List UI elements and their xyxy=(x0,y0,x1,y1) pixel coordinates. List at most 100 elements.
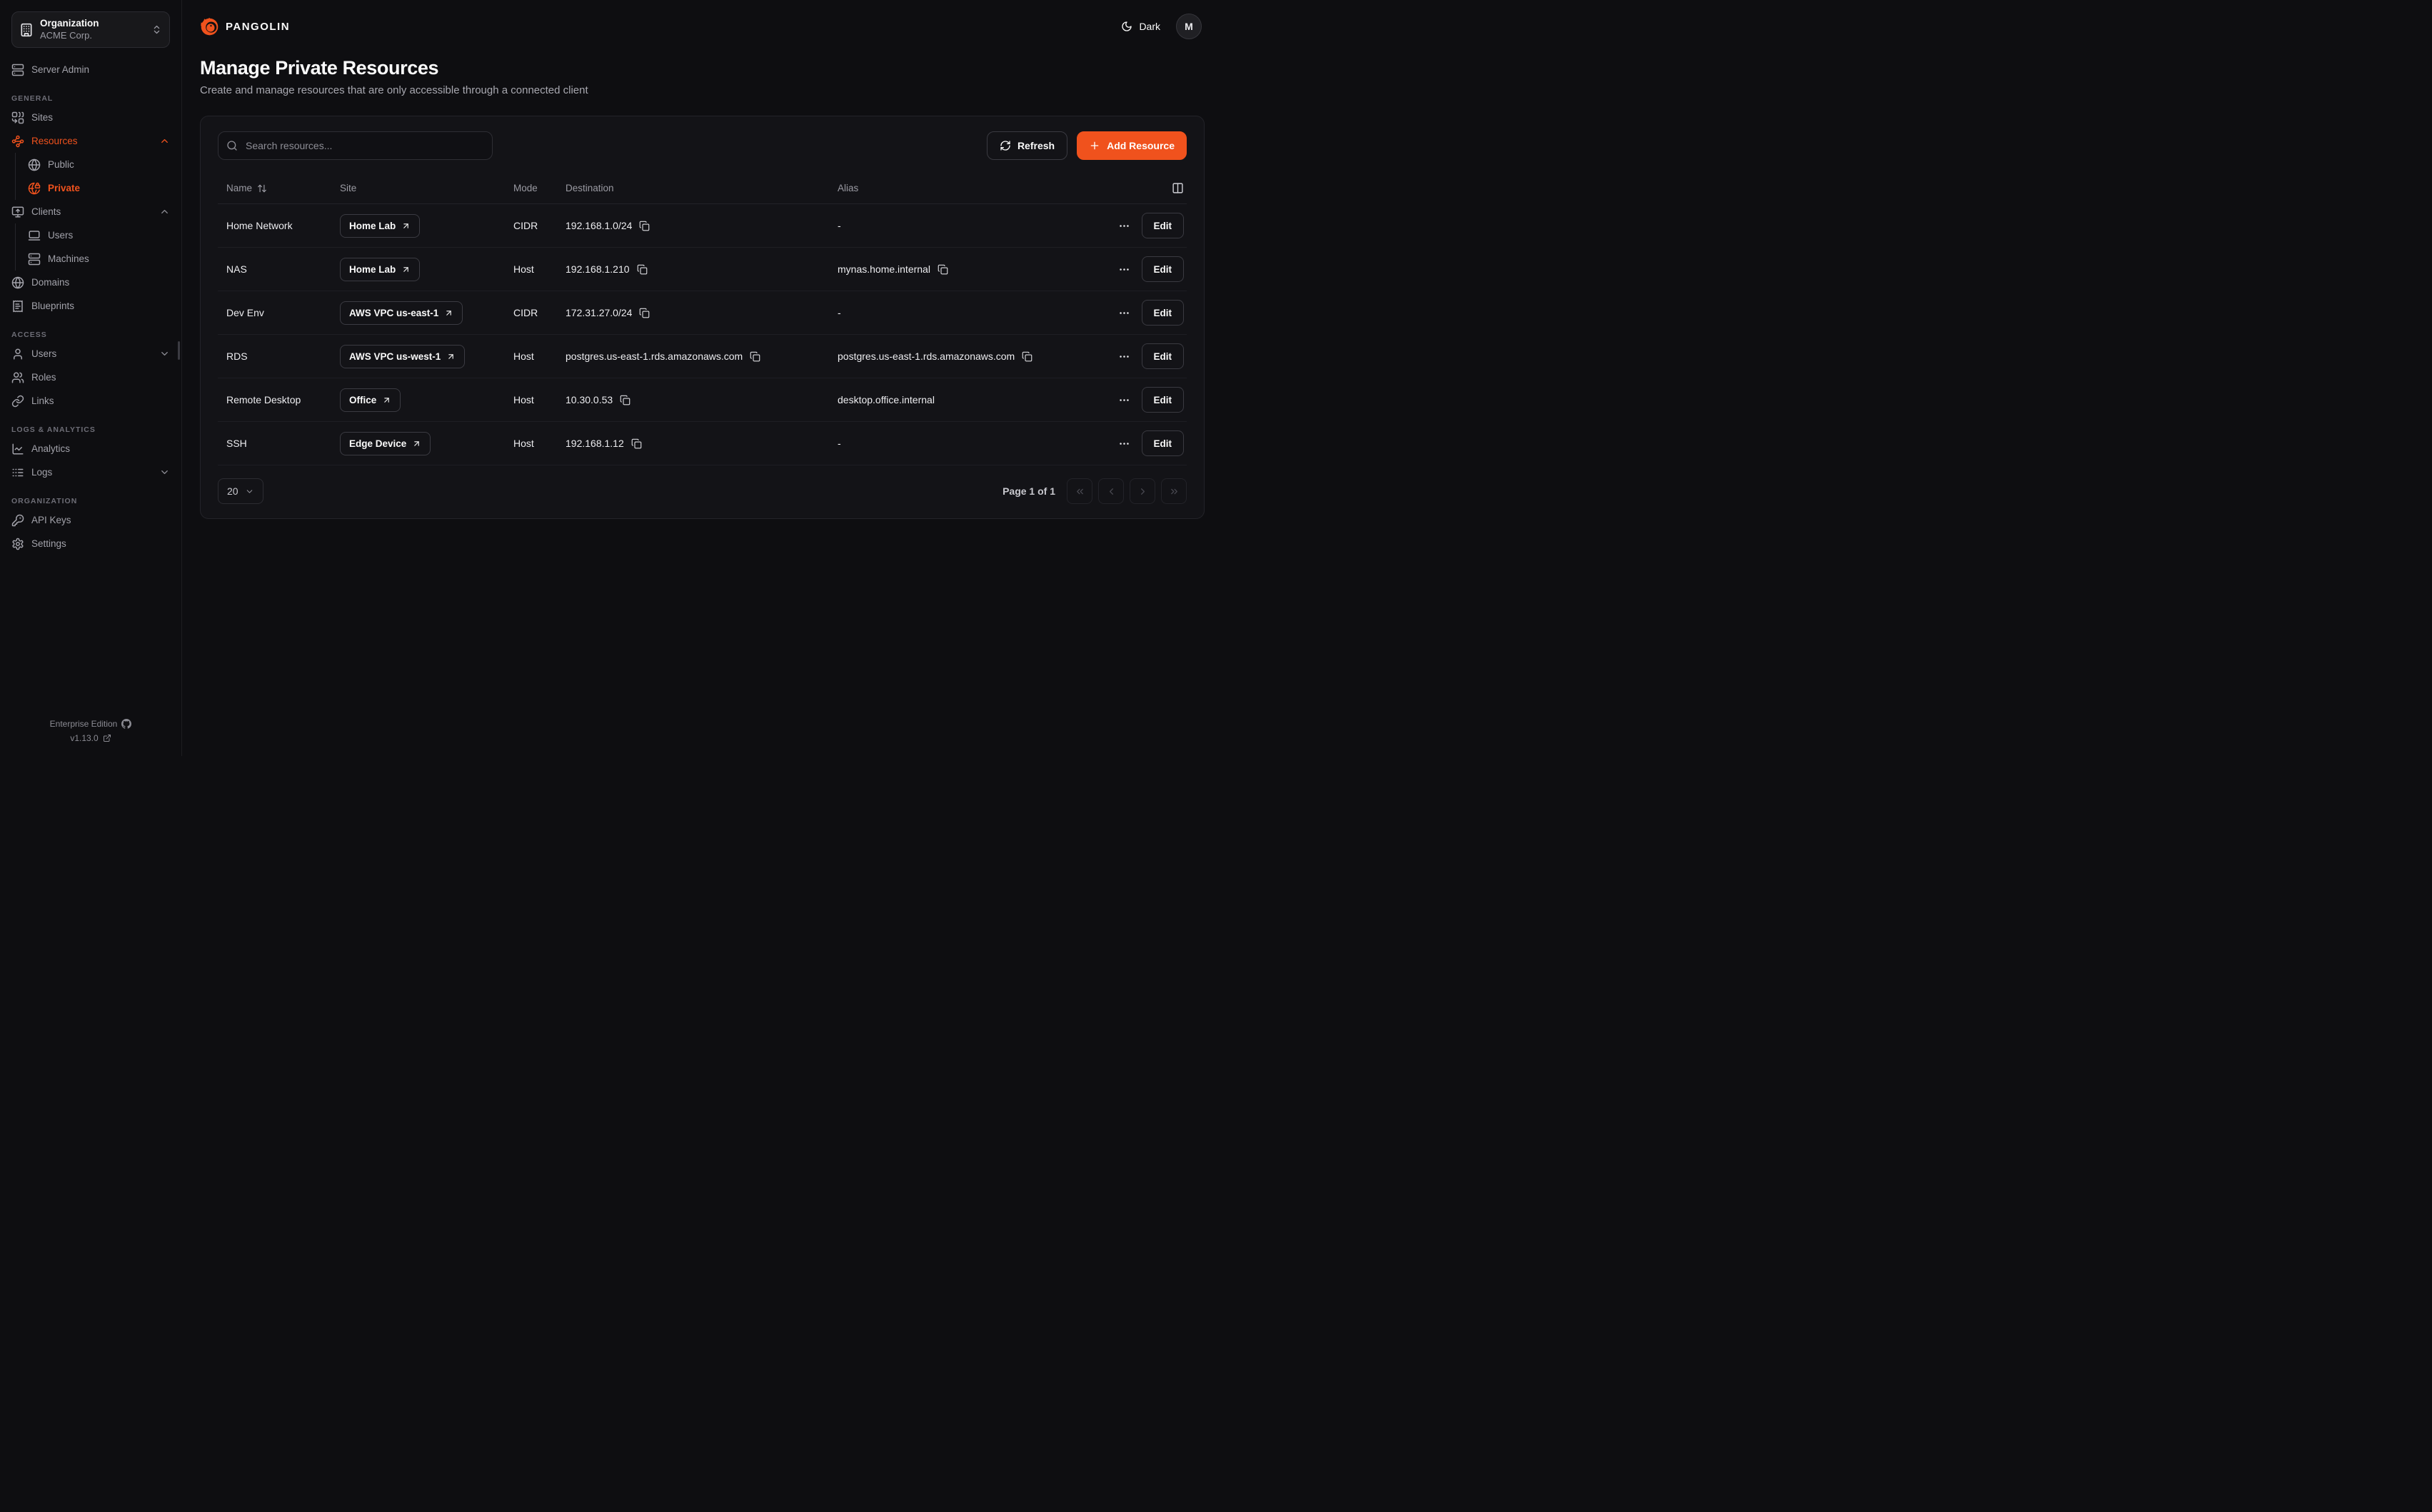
page-subtitle: Create and manage resources that are onl… xyxy=(200,84,1198,96)
row-menu-button[interactable] xyxy=(1117,393,1132,408)
refresh-button[interactable]: Refresh xyxy=(987,131,1067,160)
cell-alias: postgres.us-east-1.rds.amazonaws.com xyxy=(838,351,1015,362)
sidebar-item-label: API Keys xyxy=(31,515,170,525)
sidebar-item-label: Settings xyxy=(31,538,170,549)
brand[interactable]: PANGOLIN xyxy=(200,17,290,36)
github-icon[interactable] xyxy=(121,719,131,729)
edit-button[interactable]: Edit xyxy=(1142,256,1185,282)
gear-icon xyxy=(11,538,24,550)
chevron-left-icon xyxy=(1106,486,1117,497)
ellipsis-icon xyxy=(1118,438,1130,450)
sidebar-item-machines[interactable]: Machines xyxy=(16,247,170,271)
site-link-button[interactable]: Home Lab xyxy=(340,214,420,238)
sidebar-item-links[interactable]: Links xyxy=(11,389,170,413)
sidebar-item-blueprints[interactable]: Blueprints xyxy=(11,294,170,318)
sidebar-item-clients[interactable]: Clients xyxy=(11,200,170,223)
cell-name: Dev Env xyxy=(218,307,331,318)
sidebar-item-server-admin[interactable]: Server Admin xyxy=(11,58,170,81)
sort-icon xyxy=(257,183,267,193)
cell-name: NAS xyxy=(218,263,331,275)
sidebar-item-label: Users xyxy=(48,230,170,241)
org-switcher[interactable]: Organization ACME Corp. xyxy=(11,11,170,48)
edit-button[interactable]: Edit xyxy=(1142,343,1185,369)
copy-alias-button[interactable] xyxy=(1022,351,1032,362)
sidebar-item-settings[interactable]: Settings xyxy=(11,532,170,555)
combine-icon xyxy=(11,111,24,124)
row-menu-button[interactable] xyxy=(1117,218,1132,233)
globe-lock-icon xyxy=(28,182,41,195)
edit-button[interactable]: Edit xyxy=(1142,300,1185,326)
page-size-select[interactable]: 20 xyxy=(218,478,263,504)
chevron-right-icon xyxy=(1137,486,1148,497)
last-page-button[interactable] xyxy=(1161,478,1187,504)
sidebar-item-client-users[interactable]: Users xyxy=(16,223,170,247)
edit-button[interactable]: Edit xyxy=(1142,213,1185,238)
search-input[interactable] xyxy=(218,131,493,160)
sidebar-item-public[interactable]: Public xyxy=(16,153,170,176)
site-link-button[interactable]: AWS VPC us-east-1 xyxy=(340,301,463,325)
logs-icon xyxy=(11,466,24,479)
sidebar-item-domains[interactable]: Domains xyxy=(11,271,170,294)
row-menu-button[interactable] xyxy=(1117,262,1132,277)
cell-name: RDS xyxy=(218,351,331,362)
edit-button[interactable]: Edit xyxy=(1142,430,1185,456)
first-page-button[interactable] xyxy=(1067,478,1092,504)
row-menu-button[interactable] xyxy=(1117,349,1132,364)
next-page-button[interactable] xyxy=(1130,478,1155,504)
sidebar-item-logs[interactable]: Logs xyxy=(11,460,170,484)
copy-alias-button[interactable] xyxy=(938,264,948,275)
ellipsis-icon xyxy=(1118,263,1130,276)
copy-destination-button[interactable] xyxy=(639,308,650,318)
sidebar-item-label: Domains xyxy=(31,277,170,288)
column-visibility-button[interactable] xyxy=(1172,182,1184,194)
section-header-general: GENERAL xyxy=(11,91,170,106)
receipt-icon xyxy=(11,300,24,313)
version-line[interactable]: v1.13.0 xyxy=(11,733,170,743)
sidebar-item-analytics[interactable]: Analytics xyxy=(11,437,170,460)
row-menu-button[interactable] xyxy=(1117,436,1132,451)
sidebar-item-roles[interactable]: Roles xyxy=(11,366,170,389)
copy-icon xyxy=(750,351,760,362)
sidebar-item-label: Links xyxy=(31,395,170,406)
copy-destination-button[interactable] xyxy=(639,221,650,231)
site-label: Home Lab xyxy=(349,221,396,231)
site-link-button[interactable]: Office xyxy=(340,388,401,412)
link-icon xyxy=(11,395,24,408)
sidebar-item-label: Analytics xyxy=(31,443,170,454)
pangolin-logo-icon xyxy=(200,17,219,36)
copy-destination-button[interactable] xyxy=(750,351,760,362)
theme-toggle[interactable]: Dark xyxy=(1121,21,1160,32)
site-label: Home Lab xyxy=(349,264,396,275)
cell-name: Home Network xyxy=(218,220,331,231)
copy-icon xyxy=(620,395,630,405)
pagination-right: Page 1 of 1 xyxy=(1003,478,1187,504)
sidebar-item-resources[interactable]: Resources xyxy=(11,129,170,153)
top-bar: PANGOLIN Dark M xyxy=(182,0,1216,53)
site-link-button[interactable]: AWS VPC us-west-1 xyxy=(340,345,465,368)
key-icon xyxy=(11,514,24,527)
copy-destination-button[interactable] xyxy=(637,264,648,275)
arrow-up-right-icon xyxy=(382,395,391,405)
sidebar-item-api-keys[interactable]: API Keys xyxy=(11,508,170,532)
sidebar-item-private[interactable]: Private xyxy=(16,176,170,200)
previous-page-button[interactable] xyxy=(1098,478,1124,504)
copy-destination-button[interactable] xyxy=(631,438,642,449)
avatar[interactable]: M xyxy=(1176,14,1202,39)
cell-mode: Host xyxy=(505,438,557,449)
column-header-name[interactable]: Name xyxy=(218,183,331,193)
chevron-down-icon xyxy=(159,467,170,478)
edit-button[interactable]: Edit xyxy=(1142,387,1185,413)
sidebar-item-sites[interactable]: Sites xyxy=(11,106,170,129)
copy-destination-button[interactable] xyxy=(620,395,630,405)
table-row: Dev Env AWS VPC us-east-1 CIDR 172.31.27… xyxy=(218,291,1187,335)
sidebar-item-label: Resources xyxy=(31,136,152,146)
row-menu-button[interactable] xyxy=(1117,306,1132,321)
site-link-button[interactable]: Home Lab xyxy=(340,258,420,281)
sidebar-scrollbar-thumb[interactable] xyxy=(178,341,180,360)
clients-sub-list: Users Machines xyxy=(15,223,170,271)
pagination: 20 Page 1 of 1 xyxy=(218,478,1187,504)
sidebar-item-users[interactable]: Users xyxy=(11,342,170,366)
add-resource-label: Add Resource xyxy=(1107,140,1175,151)
site-link-button[interactable]: Edge Device xyxy=(340,432,431,455)
add-resource-button[interactable]: Add Resource xyxy=(1077,131,1187,160)
